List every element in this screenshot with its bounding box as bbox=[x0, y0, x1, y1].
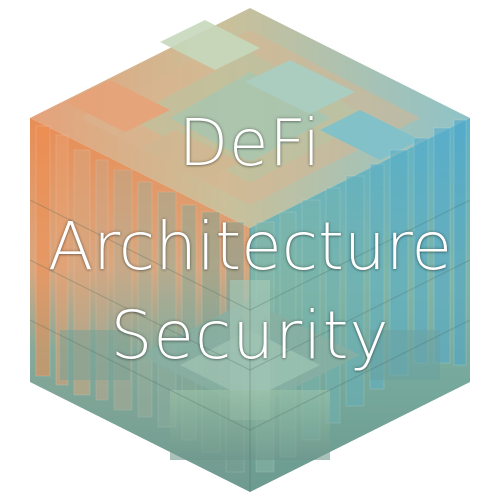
isometric-cube-illustration bbox=[29, 8, 471, 492]
